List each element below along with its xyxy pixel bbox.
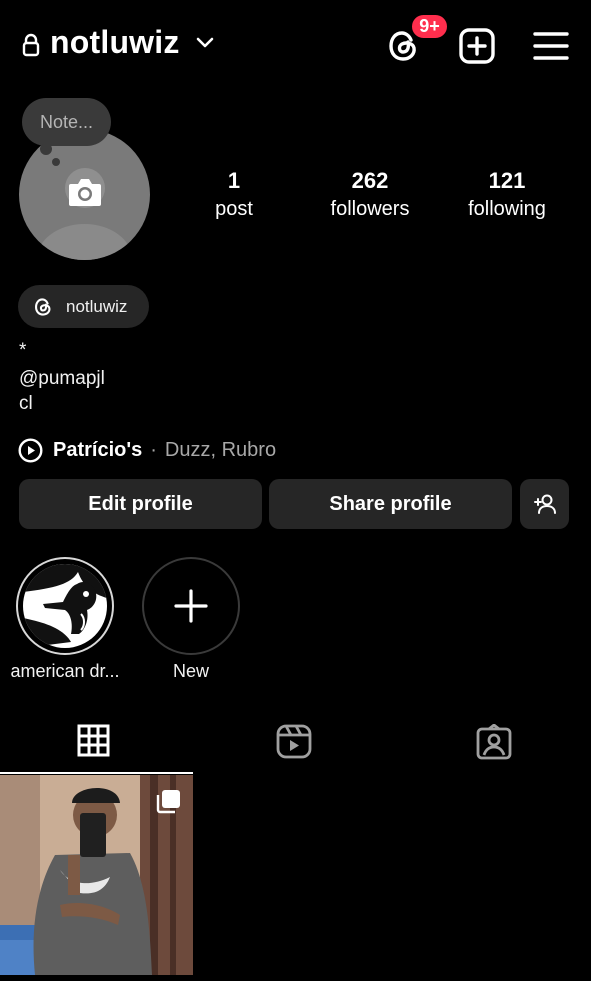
tagged-icon[interactable]: [476, 724, 512, 760]
song-title: Patrício's: [53, 438, 143, 461]
following-count[interactable]: 121 following: [456, 168, 558, 222]
threads-icon: [35, 297, 51, 316]
lock-icon: [22, 33, 40, 57]
chevron-down-icon[interactable]: [196, 36, 214, 50]
camera-icon: [69, 179, 101, 206]
following-value: 121: [488, 168, 526, 193]
post-thumbnail[interactable]: [0, 775, 193, 975]
posts-value: 1: [227, 168, 241, 193]
note-tail: [40, 143, 52, 155]
bio-line: *: [19, 340, 27, 361]
discover-people-button[interactable]: [520, 479, 569, 529]
note-tail-small: [52, 158, 60, 166]
add-person-icon: [533, 494, 556, 514]
avatar-silhouette: [37, 224, 132, 260]
highlight-label[interactable]: New: [142, 661, 240, 682]
bio-line: cl: [19, 393, 33, 414]
username-title[interactable]: notluwiz: [50, 24, 180, 61]
posts-count[interactable]: 1 post: [194, 168, 274, 222]
play-circle-icon: [18, 437, 43, 463]
profile-music[interactable]: Patrício's · Duzz, Rubro: [18, 436, 276, 464]
followers-value: 262: [351, 168, 389, 193]
reels-icon[interactable]: [276, 724, 312, 759]
following-label: following: [468, 198, 546, 220]
threads-handle: notluwiz: [66, 296, 128, 316]
threads-profile-chip[interactable]: notluwiz: [18, 285, 149, 328]
plus-icon: [174, 589, 208, 623]
music-separator: ·: [150, 438, 157, 461]
plus-square-icon[interactable]: [458, 27, 496, 65]
notification-badge: 9+: [409, 12, 450, 41]
new-highlight-button[interactable]: [142, 557, 240, 655]
hamburger-menu-icon[interactable]: [532, 29, 570, 63]
grid-icon[interactable]: [77, 724, 110, 757]
bio-mention[interactable]: @pumapjl: [19, 366, 105, 392]
share-profile-button[interactable]: Share profile: [269, 479, 512, 529]
highlight-label[interactable]: american dr...: [0, 661, 130, 682]
highlight-cover-image: [23, 564, 107, 648]
note-bubble[interactable]: Note...: [22, 98, 111, 146]
posts-label: post: [215, 198, 253, 220]
highlight-cover: [23, 564, 107, 648]
highlight-american-dream[interactable]: [16, 557, 114, 655]
followers-label: followers: [330, 198, 410, 220]
profile-avatar[interactable]: [19, 129, 150, 260]
song-artist: Duzz, Rubro: [164, 438, 277, 461]
profile-header: notluwiz 9+: [0, 0, 591, 90]
carousel-icon: [156, 790, 180, 814]
edit-profile-button[interactable]: Edit profile: [19, 479, 262, 529]
active-tab-indicator: [0, 772, 193, 774]
followers-count[interactable]: 262 followers: [320, 168, 420, 222]
